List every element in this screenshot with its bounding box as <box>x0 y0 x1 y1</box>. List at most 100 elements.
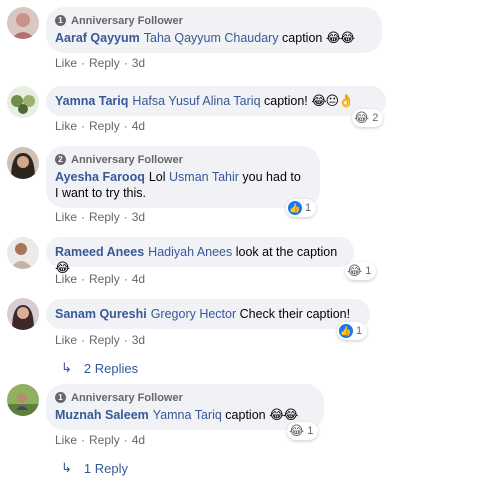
like-button[interactable]: Like <box>55 333 77 347</box>
badge-label: Anniversary Follower <box>71 14 183 27</box>
comment-bubble: 2 Anniversary Follower Ayesha Farooq Lol … <box>46 146 320 208</box>
reply-button[interactable]: Reply <box>89 119 120 133</box>
comment-author[interactable]: Aaraf Qayyum <box>55 31 140 45</box>
comment-bubble: Yamna Tariq Hafsa Yusuf Alina Tariq capti… <box>46 86 386 116</box>
comment-actions: Like · Reply · 4d <box>55 433 145 447</box>
avatar[interactable] <box>7 384 39 416</box>
avatar[interactable] <box>7 86 39 118</box>
mention-link[interactable]: Usman Tahir <box>169 170 239 184</box>
separator: · <box>123 210 128 224</box>
like-button[interactable]: Like <box>55 433 77 447</box>
emoji: 😂😂 <box>269 407 298 422</box>
mention-link[interactable]: Gregory Hector <box>151 307 236 321</box>
avatar[interactable] <box>7 7 39 39</box>
comment-actions: Like · Reply · 4d <box>55 119 145 133</box>
reaction-count[interactable]: 👍 1 <box>286 199 317 217</box>
comment-author[interactable]: Rameed Anees <box>55 245 144 259</box>
badge-icon: 1 <box>55 15 66 26</box>
comment-author[interactable]: Sanam Qureshi <box>55 307 147 321</box>
reply-button[interactable]: Reply <box>89 272 120 286</box>
reaction-count[interactable]: 👍 1 <box>337 322 368 340</box>
badge-icon: 2 <box>55 154 66 165</box>
comment-actions: Like · Reply · 3d <box>55 56 145 70</box>
like-button[interactable]: Like <box>55 56 77 70</box>
avatar[interactable] <box>7 298 39 330</box>
timestamp[interactable]: 3d <box>132 333 145 347</box>
badge-label: Anniversary Follower <box>71 391 183 404</box>
comment-text-line-2: I want to try this. <box>55 186 147 200</box>
reaction-count[interactable]: 😂 2 <box>352 109 384 127</box>
reply-button[interactable]: Reply <box>89 210 120 224</box>
reaction-number: 1 <box>356 325 363 337</box>
timestamp[interactable]: 4d <box>132 119 145 133</box>
avatar[interactable] <box>7 237 39 269</box>
like-reaction-icon: 👍 <box>339 324 353 338</box>
view-replies-link[interactable]: ↳ 2 Replies <box>61 360 138 376</box>
comment-text: Check their caption! <box>236 307 351 321</box>
separator: · <box>81 56 86 70</box>
laugh-reaction-icon: 😂 <box>289 423 305 438</box>
mention-link[interactable]: Hafsa Yusuf Alina Tariq <box>132 94 260 108</box>
reply-arrow-icon: ↳ <box>61 460 72 475</box>
separator: · <box>123 56 128 70</box>
separator: · <box>123 272 128 286</box>
laugh-reaction-icon: 😂 <box>347 263 363 278</box>
badge-icon: 1 <box>55 392 66 403</box>
comment-text: look at the caption <box>232 245 338 259</box>
badge: 1 Anniversary Follower <box>55 391 312 404</box>
comment-bubble: Rameed Anees Hadiyah Anees look at the ca… <box>46 237 354 275</box>
reaction-number: 1 <box>307 425 314 437</box>
separator: · <box>81 119 86 133</box>
reaction-number: 1 <box>365 265 372 277</box>
emoji: 😂😂 <box>325 30 355 45</box>
timestamp[interactable]: 3d <box>132 56 145 70</box>
emoji: 😂😐👌 <box>311 93 354 108</box>
comment-text: caption <box>278 31 326 45</box>
reply-button[interactable]: Reply <box>89 333 120 347</box>
comment-actions: Like · Reply · 4d <box>55 272 145 286</box>
separator: · <box>81 272 86 286</box>
comment-bubble: 1 Anniversary Follower Muznah Saleem Yamn… <box>46 384 324 430</box>
reply-arrow-icon: ↳ <box>61 360 72 375</box>
badge-label: Anniversary Follower <box>71 153 183 166</box>
comment-bubble: Sanam Qureshi Gregory Hector Check their … <box>46 299 370 329</box>
separator: · <box>81 333 86 347</box>
badge: 1 Anniversary Follower <box>55 14 370 27</box>
comment-actions: Like · Reply · 3d <box>55 333 145 347</box>
comment-author[interactable]: Muznah Saleem <box>55 408 149 422</box>
timestamp[interactable]: 4d <box>132 272 145 286</box>
replies-count[interactable]: 1 Reply <box>84 461 128 476</box>
separator: · <box>81 433 86 447</box>
like-button[interactable]: Like <box>55 272 77 286</box>
mention-link[interactable]: Hadiyah Anees <box>148 245 232 259</box>
replies-count[interactable]: 2 Replies <box>84 361 138 376</box>
comment-text: caption <box>221 408 270 422</box>
like-reaction-icon: 👍 <box>288 201 302 215</box>
mention-link[interactable]: Yamna Tariq <box>153 408 222 422</box>
separator: · <box>81 210 86 224</box>
avatar[interactable] <box>7 147 39 179</box>
separator: · <box>123 433 128 447</box>
comment-actions: Like · Reply · 3d <box>55 210 145 224</box>
reaction-count[interactable]: 😂 1 <box>345 262 377 280</box>
like-button[interactable]: Like <box>55 119 77 133</box>
reaction-number: 2 <box>372 112 379 124</box>
mention-link[interactable]: Taha Qayyum Chaudary <box>144 31 279 45</box>
separator: · <box>123 119 128 133</box>
reply-button[interactable]: Reply <box>89 56 120 70</box>
timestamp[interactable]: 3d <box>132 210 145 224</box>
timestamp[interactable]: 4d <box>132 433 145 447</box>
reply-button[interactable]: Reply <box>89 433 120 447</box>
comment-text: Lol <box>148 170 169 184</box>
comment-author[interactable]: Ayesha Farooq <box>55 170 145 184</box>
comment-author[interactable]: Yamna Tariq <box>55 94 128 108</box>
reaction-number: 1 <box>305 202 312 214</box>
badge: 2 Anniversary Follower <box>55 153 308 166</box>
laugh-reaction-icon: 😂 <box>354 110 370 125</box>
like-button[interactable]: Like <box>55 210 77 224</box>
reaction-count[interactable]: 😂 1 <box>287 422 319 440</box>
view-replies-link[interactable]: ↳ 1 Reply <box>61 460 128 476</box>
separator: · <box>123 333 128 347</box>
comment-text: caption! <box>260 94 312 108</box>
comment-text: you had to <box>238 170 301 184</box>
